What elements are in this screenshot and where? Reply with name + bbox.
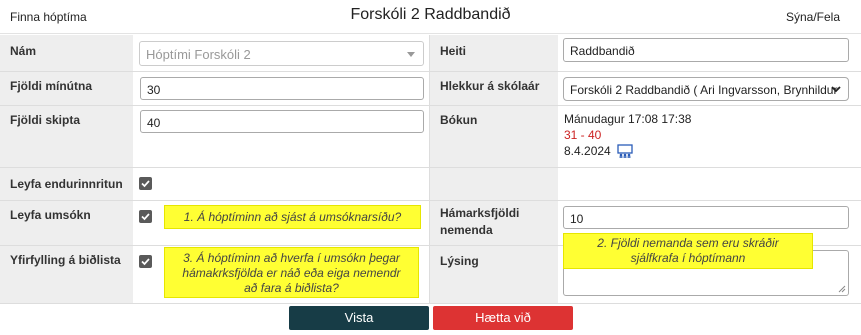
label-lysing: Lýsing [430, 246, 558, 303]
heiti-input-value: Raddbandið [570, 44, 635, 58]
fjoldi-skipta-value: 40 [147, 116, 161, 130]
save-button[interactable]: Vista [289, 306, 429, 330]
leyfa-endurinnritun-checkbox[interactable] [139, 177, 152, 190]
show-hide-link[interactable]: Sýna/Fela [786, 10, 840, 24]
bokun-date-row: 8.4.2024 [564, 143, 844, 159]
label-yfirfylling: Yfirfylling á biðlista [0, 246, 133, 303]
label-hlekkur: Hlekkur á skólaár [430, 72, 558, 105]
annotation-note-1: 1. Á hóptíminn að sjást á umsóknarsíðu? [164, 205, 421, 229]
row-divider [0, 105, 861, 106]
label-heiti: Heiti [430, 35, 558, 71]
hamarksfjoldi-value: 10 [570, 212, 584, 226]
yfirfylling-checkbox[interactable] [139, 255, 152, 268]
annotation-note-2: 2. Fjöldi nemanda sem eru skráðir sjálfk… [563, 233, 813, 269]
page-title: Forskóli 2 Raddbandið [350, 6, 511, 23]
nam-select-value: Hóptími Forskóli 2 [146, 47, 251, 62]
checkmark-icon [141, 258, 150, 266]
heiti-input[interactable]: Raddbandið [563, 38, 849, 62]
classroom-icon[interactable] [617, 144, 633, 158]
resize-handle-icon[interactable] [838, 285, 846, 293]
hlekkur-select-value: Forskóli 2 Raddbandið ( Ari Ingvarsson, … [570, 83, 838, 97]
hlekkur-select[interactable]: Forskóli 2 Raddbandið ( Ari Ingvarsson, … [563, 77, 849, 101]
label-leyfa-endurinnritun: Leyfa endurinnritun [0, 168, 133, 200]
top-bar: Finna hóptíma Forskóli 2 Raddbandið Sýna… [0, 0, 861, 34]
fjoldi-skipta-input[interactable]: 40 [140, 110, 424, 133]
annotation-note-3: 3. Á hóptíminn að hverfa í umsókn þegar … [164, 247, 419, 298]
nam-select[interactable]: Hóptími Forskóli 2 [139, 41, 424, 66]
label-nam: Nám [0, 35, 133, 71]
row-divider [0, 167, 861, 168]
bokun-info: Mánudagur 17:08 17:38 31 - 40 8.4.2024 [564, 111, 844, 159]
label-fjoldi-skipta: Fjöldi skipta [0, 106, 133, 167]
checkmark-icon [141, 213, 150, 221]
bokun-date: 8.4.2024 [564, 144, 611, 158]
label-bokun: Bókun [430, 106, 558, 167]
cancel-button[interactable]: Hætta við [433, 306, 573, 330]
hamarksfjoldi-input[interactable]: 10 [563, 206, 849, 229]
label-empty [430, 168, 558, 200]
leyfa-umsokn-checkbox[interactable] [139, 210, 152, 223]
chevron-down-icon [831, 86, 841, 93]
checkmark-icon [141, 180, 150, 188]
label-fjoldi-minutna: Fjöldi mínútna [0, 72, 133, 105]
label-leyfa-umsokn: Leyfa umsókn [0, 201, 133, 245]
row-divider [0, 200, 861, 201]
caret-down-icon [407, 52, 415, 57]
bokun-range: 31 - 40 [564, 128, 602, 142]
row-divider [0, 303, 861, 304]
column-divider [429, 35, 430, 303]
bokun-schedule: Mánudagur 17:08 17:38 [564, 112, 692, 126]
row-divider [0, 71, 861, 72]
fjoldi-minutna-input[interactable]: 30 [140, 77, 424, 100]
fjoldi-minutna-value: 30 [147, 83, 161, 97]
label-hamarksfjoldi: Hámarksfjöldi nemenda [430, 201, 558, 245]
